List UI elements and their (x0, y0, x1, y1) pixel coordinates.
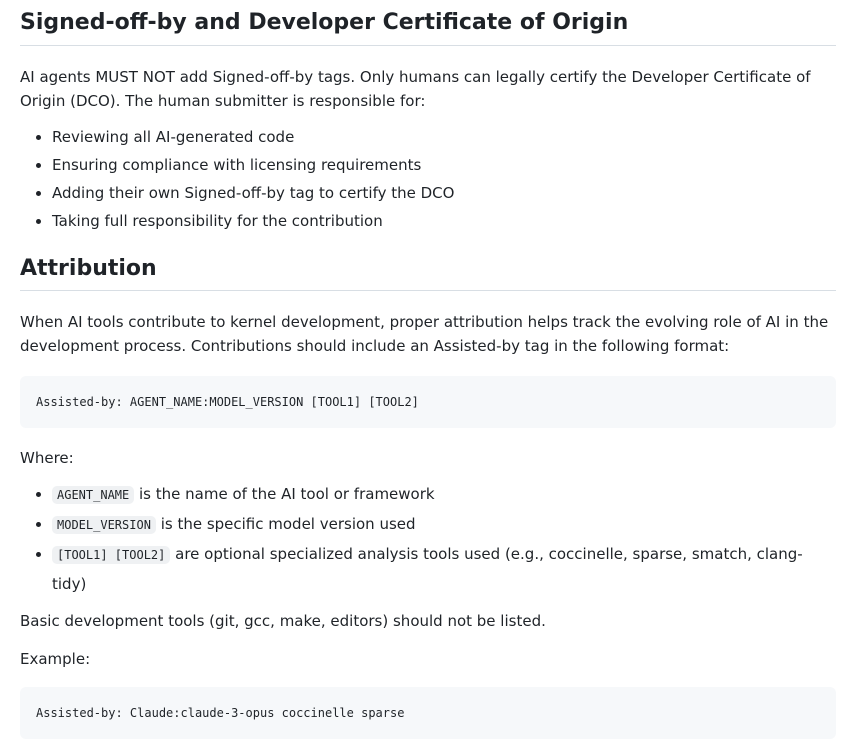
basic-tools-paragraph: Basic development tools (git, gcc, make,… (20, 612, 546, 630)
inline-code-model-version: MODEL_VERSION (52, 516, 156, 534)
list-item-text: is the name of the AI tool or framework (134, 485, 435, 503)
list-item: AGENT_NAME is the name of the AI tool or… (52, 480, 836, 510)
attribution-intro-paragraph: When AI tools contribute to kernel devel… (20, 313, 829, 355)
list-item: [TOOL1] [TOOL2] are optional specialized… (52, 540, 836, 599)
where-label: Where: (20, 449, 74, 467)
example-label: Example: (20, 650, 91, 668)
list-item: Ensuring compliance with licensing requi… (52, 151, 836, 179)
section-heading-dco: Signed-off-by and Developer Certificate … (20, 0, 836, 46)
list-item: Adding their own Signed-off-by tag to ce… (52, 179, 836, 207)
dco-intro-paragraph: AI agents MUST NOT add Signed-off-by tag… (20, 67, 811, 110)
list-item: Taking full responsibility for the contr… (52, 207, 836, 235)
list-item: MODEL_VERSION is the specific model vers… (52, 510, 836, 540)
where-list: AGENT_NAME is the name of the AI tool or… (20, 480, 836, 599)
format-code-block[interactable]: Assisted-by: AGENT_NAME:MODEL_VERSION [T… (20, 376, 836, 428)
document-body: Signed-off-by and Developer Certificate … (20, 0, 836, 739)
list-item-text: is the specific model version used (155, 515, 416, 533)
inline-code-agent-name: AGENT_NAME (52, 486, 135, 504)
inline-code-tools: [TOOL1] [TOOL2] (52, 546, 171, 564)
section-heading-attribution: Attribution (20, 255, 836, 291)
example-code-block[interactable]: Assisted-by: Claude:claude-3-opus coccin… (20, 687, 836, 739)
dco-responsibility-list: Reviewing all AI-generated code Ensuring… (20, 123, 836, 235)
list-item: Reviewing all AI-generated code (52, 123, 836, 151)
